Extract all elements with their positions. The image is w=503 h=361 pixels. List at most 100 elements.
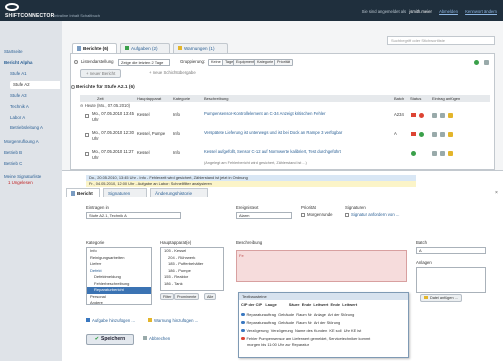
kategorie-label: Kategorie (86, 240, 105, 245)
add-warning-link[interactable]: Warnung hinzufügen ... (148, 318, 198, 323)
sidebar-item-stufe-a3[interactable]: Stufe A3 (10, 93, 27, 98)
list-item[interactable]: Andere (87, 300, 151, 307)
sidebar-item-betrieb-c[interactable]: Betrieb C (4, 161, 22, 166)
kategorie-list[interactable]: Info Reinigungsarbeiten Lieferr Defekt D… (86, 247, 152, 305)
date-group-header[interactable]: ⊖ Heute (Mo., 07.05.2010) (80, 103, 130, 108)
row-checkbox[interactable] (85, 152, 89, 156)
tab-bericht[interactable]: Bericht (66, 188, 100, 197)
tab-warnungen[interactable]: Warnungen (1) (173, 43, 228, 53)
attach-icon[interactable] (440, 112, 445, 118)
sidebar-item-bericht-alpha[interactable]: Bericht Alpha (4, 60, 32, 65)
table-row[interactable]: Mo., 07.05.2010 13:45 Uhr Kessel Info Pu… (80, 111, 490, 129)
warning-icon (178, 46, 182, 50)
popup-col[interactable]: Ende (302, 302, 312, 307)
row-description[interactable]: Kessel aufgefüllt, Sensor C-12 auf Normw… (204, 149, 382, 155)
popup-col[interactable]: Lauge (265, 302, 276, 307)
row-description[interactable]: Pumpensensor-Kontrollelement an C-34 Anz… (204, 111, 382, 117)
popup-item[interactable]: Fehler Pumpensensor am Lieferwert gemeld… (241, 336, 370, 341)
popup-cell: Raum Nr (296, 320, 312, 325)
range-select[interactable]: Zeige die letzten 2 Tage (118, 58, 170, 66)
signatur-checkbox[interactable] (345, 213, 349, 217)
anlagen-box[interactable] (416, 267, 486, 293)
sidebar-item-technik-a[interactable]: Technik A (10, 104, 29, 109)
group-option-kategorie[interactable]: Kategorie (254, 58, 277, 66)
popup-col[interactable]: Leitwert (342, 302, 357, 307)
col-beschreibung[interactable]: Beschreibung (204, 95, 228, 102)
col-kategorie[interactable]: Kategorie (173, 95, 190, 102)
popup-cell: Gebäude (278, 320, 295, 325)
sidebar-item-betrieb-b[interactable]: Betrieb B (4, 150, 22, 155)
col-batch[interactable]: Batch (394, 95, 404, 102)
collapse-icon[interactable] (71, 85, 75, 89)
close-icon[interactable]: × (495, 190, 498, 196)
logout-link[interactable]: Abmelden (439, 9, 458, 14)
sidebar-item-signaturliste[interactable]: Meine Signaturliste (4, 174, 41, 179)
warning-icon[interactable] (448, 131, 453, 137)
group-option-prioritaet[interactable]: Priorität (274, 58, 294, 66)
sidebar-item-start[interactable]: Startseite (4, 49, 23, 54)
tab-aufgaben[interactable]: Aufgaben (2) (120, 43, 170, 53)
col-status[interactable]: Status (410, 95, 421, 102)
popup-col[interactable]: CIP der CIP (241, 302, 262, 307)
prioritaet-checkbox[interactable] (301, 213, 305, 217)
user-name[interactable]: jsmith.meier (409, 9, 432, 14)
popup-item[interactable]: Reparaturauftrag Gebäude Raum Nr Anlage … (241, 312, 354, 317)
sub-entry-row[interactable]: Fr., 04.05.2010, 12:00 Uhr - Aufgabe an … (86, 181, 416, 187)
textbausteine-popup[interactable]: Textbausteine CIP der CIP Lauge Säure En… (238, 292, 409, 358)
save-button[interactable]: ✔ Speichern (86, 334, 134, 345)
row-checkbox[interactable] (85, 114, 89, 118)
tab-aenderungshistorie[interactable]: Änderungshistorie (150, 188, 208, 197)
sidebar-item-stufe-a1[interactable]: Stufe A1 (10, 71, 27, 76)
search-input[interactable]: Suchbegriff oder Stichwortliste (387, 36, 495, 45)
sidebar-item-morgen[interactable]: Morgenrufloung A (4, 139, 39, 144)
beschreibung-textarea[interactable]: Fe (236, 250, 407, 282)
col-zeit[interactable]: Zeit (97, 95, 104, 102)
row-checkbox[interactable] (85, 133, 89, 137)
tab-berichte[interactable]: Berichte (6) (72, 43, 117, 53)
comment-icon[interactable] (432, 131, 437, 137)
change-password-link[interactable]: Kennwort ändern (465, 9, 497, 14)
prominente-button[interactable]: Prominente (174, 293, 200, 300)
row-description[interactable]: Verspätete Lieferung ist unterwegs und i… (204, 130, 382, 136)
attach-icon[interactable] (440, 150, 445, 156)
comment-icon[interactable] (432, 112, 437, 118)
popup-item[interactable]: Verzögerung Verzögerung Name des Kunden … (241, 328, 361, 333)
popup-col[interactable]: Säure (289, 302, 300, 307)
eintragen-field[interactable]: Stufe A2.1, Technik A (86, 212, 181, 219)
popup-col[interactable]: Leitwert (313, 302, 328, 307)
sidebar-item-unread[interactable]: 1 Ungelesen (8, 180, 33, 185)
filter-button[interactable]: Filter (160, 293, 175, 300)
warning-icon[interactable] (448, 150, 453, 156)
signatur-check-label[interactable]: Signatur anfordern von ... (351, 212, 400, 217)
tab-signaturen[interactable]: Signaturen (103, 188, 147, 197)
comment-icon[interactable] (432, 150, 437, 156)
list-view-radio[interactable] (74, 60, 78, 64)
date-group-label: Heute (Mo., 07.05.2010) (84, 103, 131, 108)
popup-cell: Gebäude (278, 312, 295, 317)
new-report-button[interactable]: + neuer Bericht (80, 69, 122, 78)
col-eintrag[interactable]: Eintrag anfügen (432, 95, 460, 102)
settings-icon[interactable] (484, 60, 489, 65)
sidebar-item-labor-a[interactable]: Labor A (10, 115, 25, 120)
new-handover-button[interactable]: + neue Schichtübergabe (144, 69, 201, 78)
alle-button[interactable]: Alle (204, 293, 217, 300)
warning-icon[interactable] (448, 112, 453, 118)
hauptapparat-list[interactable]: 105 - Kessel 204 - Rührwerk 185 - Puffer… (160, 247, 224, 291)
add-task-link[interactable]: Aufgabe hinzufügen ... (86, 318, 135, 323)
sidebar-item-stufe-a2[interactable]: Stufe A2 (10, 81, 60, 89)
col-hauptapparat[interactable]: Hauptapparat (137, 95, 161, 102)
table-row[interactable]: Mo., 07.05.2010 12:30 Uhr Kessel, Pumpe … (80, 130, 490, 148)
attach-file-button[interactable]: Datei anfügen ... (420, 294, 462, 302)
ereignis-select[interactable]: Alarm (236, 212, 292, 219)
list-item[interactable]: 186 - Tank (161, 281, 223, 288)
popup-item[interactable]: Reparaturauftrag Gebäude Raum Nr Art der… (241, 320, 340, 325)
sidebar-item-betriebsleitung-a[interactable]: Betriebsleitung A (10, 125, 43, 130)
cancel-button[interactable]: Abbrechen (143, 336, 170, 341)
batch-field[interactable]: A (416, 247, 486, 254)
sidebar: Startseite Bericht Alpha Stufe A1 Stufe … (0, 21, 62, 361)
attach-icon[interactable] (440, 131, 445, 137)
refresh-icon[interactable] (474, 60, 479, 65)
popup-col[interactable]: Ende (331, 302, 341, 307)
popup-item-cont[interactable]: morgen bis 11:00 Uhr zur Reparatur (241, 342, 309, 347)
add-warning-label: Warnung hinzufügen ... (154, 318, 199, 323)
